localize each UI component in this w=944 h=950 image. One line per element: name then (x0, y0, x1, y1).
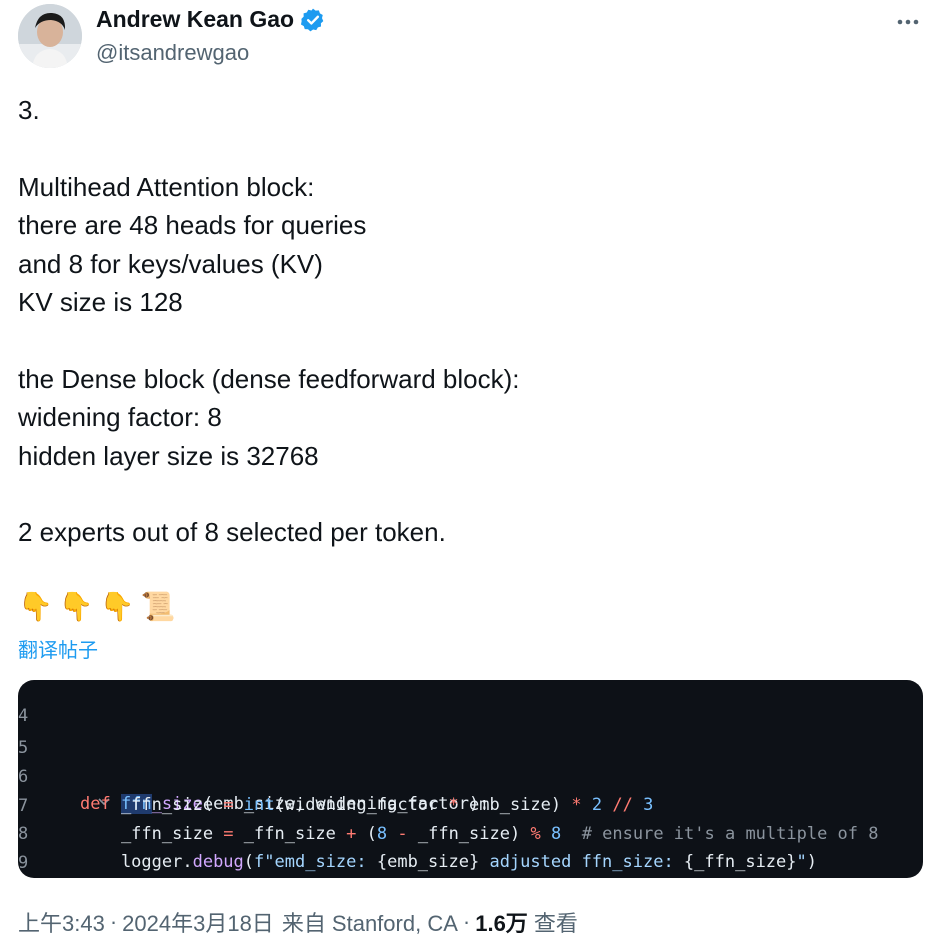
views-label: 查看 (533, 911, 578, 936)
translate-post-link[interactable]: 翻译帖子 (18, 634, 98, 663)
emoji-row: 👇 👇 👇 📜 (18, 590, 176, 628)
code-image[interactable]: 4 5 def ffn_size(emb_size, widening_fact… (18, 680, 923, 878)
view-count: 1.6万 (475, 911, 528, 936)
point-down-emoji-icon: 👇 (58, 591, 94, 622)
tweet-meta: 上午3:43 · 2024年3月18日 来自 Stanford, CA · 1.… (18, 906, 578, 938)
source: 来自 Stanford, CA (281, 911, 458, 936)
separator: · (109, 909, 118, 934)
tweet-text: 3. Multihead Attention block: there are … (18, 95, 520, 548)
more-options-icon[interactable] (894, 8, 922, 36)
line-number: 0 (18, 877, 34, 878)
code-text: return _ffn_size (80, 877, 285, 878)
date[interactable]: 2024年3月18日 (122, 906, 274, 938)
separator: · (462, 909, 471, 934)
code-line: 4 (18, 680, 923, 726)
code-line: 5 def ffn_size(emb_size, widening_factor… (18, 706, 923, 814)
scroll-emoji-icon: 📜 (140, 591, 176, 622)
code-line: 9 return _ffn_size (18, 821, 923, 873)
code-line: 7 _ffn_size = _ffn_size + (8 - _ffn_size… (18, 764, 923, 844)
author-handle[interactable]: @itsandrewgao (96, 40, 249, 66)
timestamp[interactable]: 上午3:43 (18, 906, 105, 938)
avatar[interactable] (18, 4, 82, 68)
point-down-emoji-icon: 👇 (99, 591, 135, 622)
verified-badge-icon (300, 7, 326, 33)
code-line: 8 logger.debug(f"emd_size: {emb_size} ad… (18, 792, 923, 872)
author-name[interactable]: Andrew Kean Gao (96, 6, 294, 33)
code-line: 0 (18, 849, 923, 877)
code-line: 6 _ffn_size = int(widening_factor * emb_… (18, 735, 923, 815)
point-down-emoji-icon: 👇 (18, 591, 53, 622)
